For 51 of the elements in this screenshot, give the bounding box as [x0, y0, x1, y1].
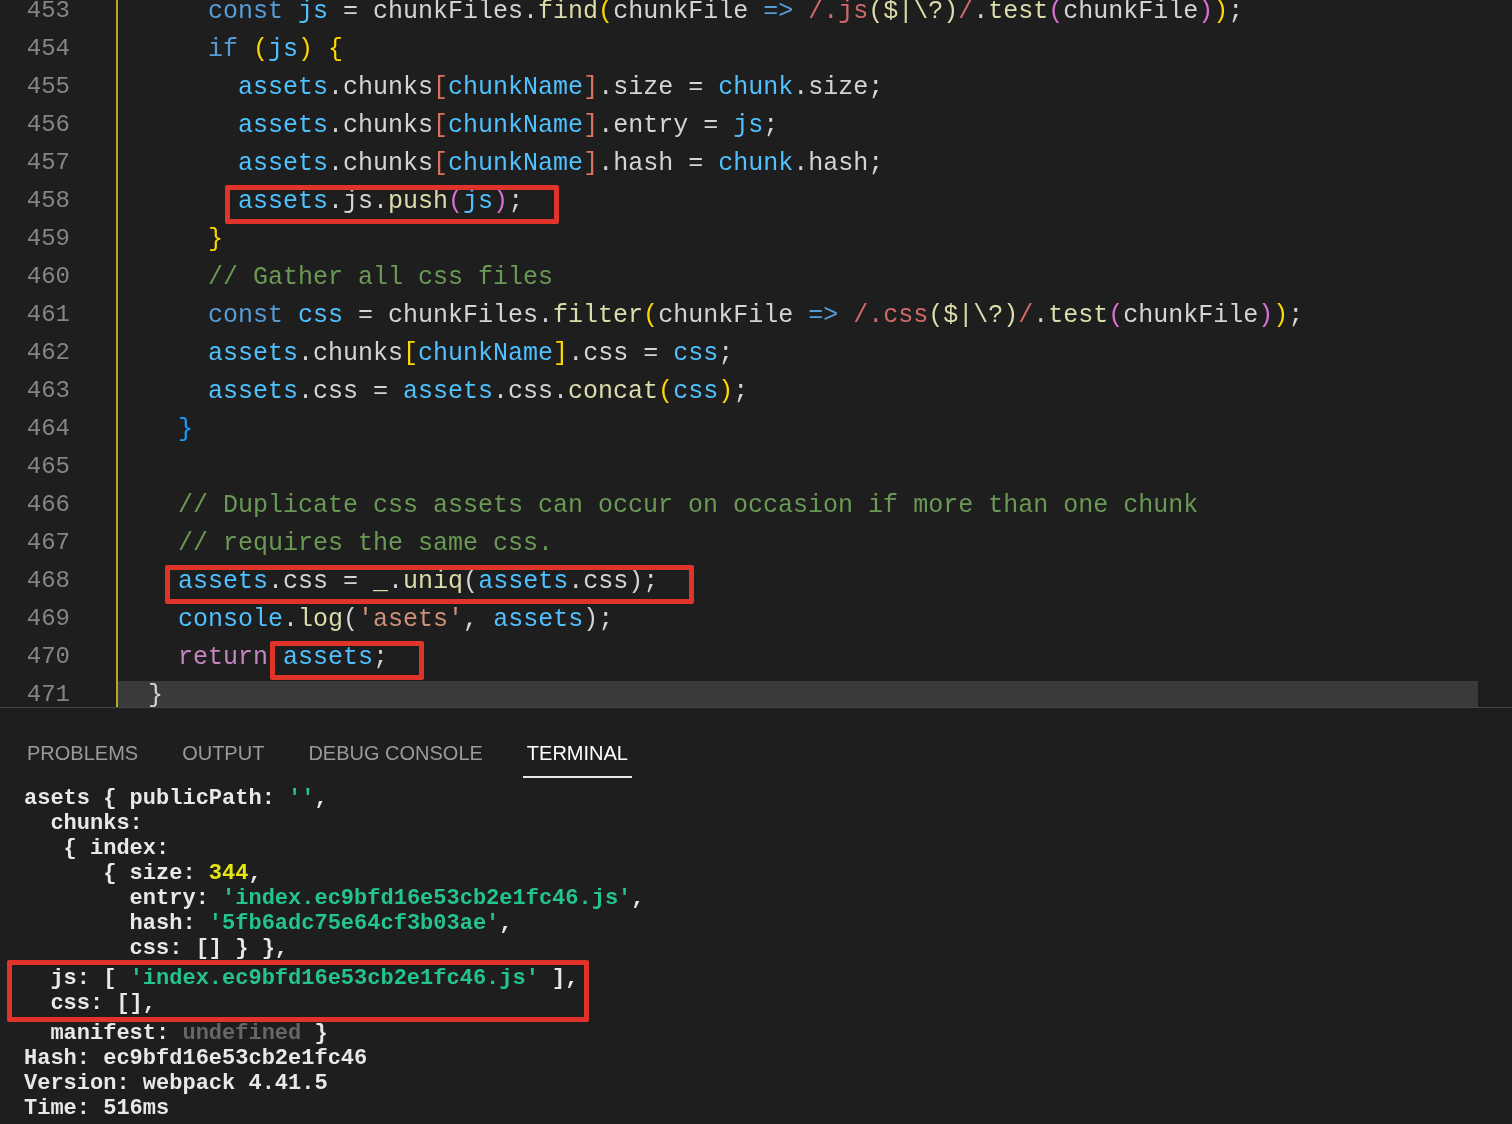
line-number: 463: [25, 377, 71, 406]
code-line: assets.css = assets.css.concat(css);: [207, 377, 750, 408]
code-line: }: [177, 415, 194, 446]
line-number: 467: [25, 529, 71, 558]
line-number: 453: [25, 0, 71, 26]
code-line: if (js) {: [207, 35, 345, 66]
line-number: 468: [25, 567, 71, 596]
terminal-line: { size: 344,: [102, 861, 262, 886]
terminal-line: asets { publicPath: '',: [24, 786, 328, 811]
line-number: 470: [25, 643, 71, 672]
line-number: 465: [25, 453, 71, 482]
code-line: // Duplicate css assets can occur on occasion if more than one chunk: [177, 491, 1200, 522]
terminal-line: manifest: undefined }: [49, 1021, 328, 1046]
line-number: 454: [25, 35, 71, 64]
code-line: const js = chunkFiles.find(chunkFile => /.js($|\?)/.test(chunkFile));: [207, 0, 1245, 28]
line-number: 456: [25, 111, 71, 140]
panel-tab[interactable]: PROBLEMS: [23, 708, 143, 778]
terminal-line: Version: webpack 4.41.5: [24, 1071, 328, 1096]
panel-tab[interactable]: DEBUG CONSOLE: [304, 708, 487, 778]
terminal-line: js: [ 'index.ec9bfd16e53cb2e1fc46.js' ],: [49, 966, 579, 991]
line-number: 466: [25, 491, 71, 520]
code-line: const css = chunkFiles.filter(chunkFile => /.css($|\?)/.test(chunkFile));: [207, 301, 1305, 332]
line-number: 458: [25, 187, 71, 216]
line-number: 462: [25, 339, 71, 368]
terminal-line: hash: '5fb6adc75e64cf3b03ae',: [128, 911, 513, 936]
terminal-line: css: [],: [49, 991, 157, 1016]
code-line: assets.chunks[chunkName].css = css;: [207, 339, 735, 370]
code-line: return assets;: [118, 643, 1478, 681]
terminal-line: Hash: ec9bfd16e53cb2e1fc46: [24, 1046, 368, 1071]
terminal-line: Time: 516ms: [24, 1096, 170, 1121]
line-number: 460: [25, 263, 71, 292]
code-line: assets.chunks[chunkName].entry = js;: [237, 111, 780, 142]
terminal-line: chunks:: [49, 811, 143, 836]
line-number: 471: [25, 681, 71, 707]
line-number: 469: [25, 605, 71, 634]
terminal-line: css: [] } },: [128, 936, 289, 961]
code-line: console.log('asets', assets);: [177, 605, 615, 636]
line-number: 459: [25, 225, 71, 254]
code-line: // Gather all css files: [207, 263, 555, 294]
terminal-line: { index:: [62, 836, 170, 861]
line-number: 457: [25, 149, 71, 178]
code-line: }: [207, 225, 225, 256]
line-number: 461: [25, 301, 71, 330]
panel-tab[interactable]: OUTPUT: [178, 708, 269, 778]
panel-tab[interactable]: TERMINAL: [522, 708, 632, 778]
code-line: // requires the same css.: [177, 529, 555, 560]
code-line: assets.chunks[chunkName].hash = chunk.hash;: [237, 149, 885, 180]
line-number: 455: [25, 73, 71, 102]
terminal-line: entry: 'index.ec9bfd16e53cb2e1fc46.js',: [128, 886, 645, 911]
code-line: assets.chunks[chunkName].size = chunk.size;: [237, 73, 885, 104]
line-number: 464: [25, 415, 71, 444]
